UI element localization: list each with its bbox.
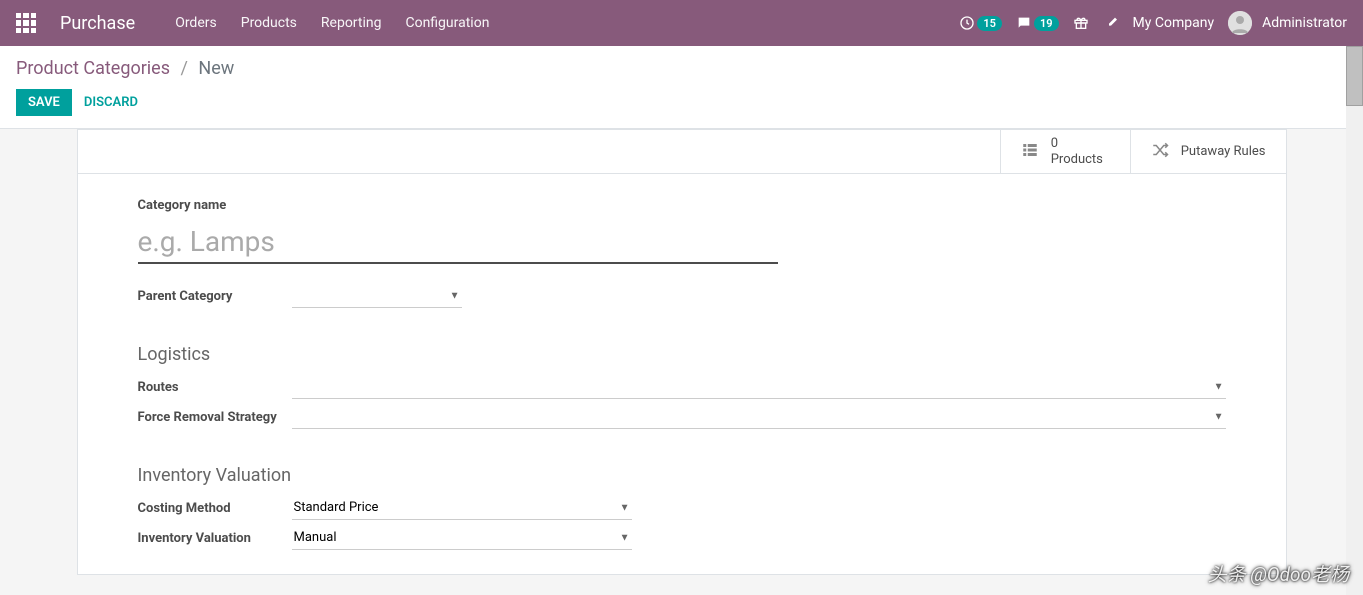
- scrollbar-thumb[interactable]: [1346, 46, 1363, 106]
- parent-category-select[interactable]: ▼: [292, 284, 462, 308]
- inventory-valuation-row: Inventory Valuation ▼: [138, 526, 1226, 550]
- top-navbar: Purchase Orders Products Reporting Confi…: [0, 0, 1363, 46]
- nav-orders[interactable]: Orders: [175, 15, 217, 31]
- nav-configuration[interactable]: Configuration: [405, 15, 489, 31]
- routes-select[interactable]: ▼: [292, 375, 1226, 399]
- inventory-valuation-select[interactable]: ▼: [292, 526, 632, 550]
- control-panel: Product Categories / New SAVE DISCARD: [0, 46, 1363, 129]
- form-sheet: 0 Products Putaway Rules Category name P…: [77, 129, 1287, 575]
- scrollbar-track[interactable]: [1346, 46, 1363, 595]
- breadcrumb-separator: /: [181, 58, 188, 79]
- chat-icon: [1016, 15, 1032, 31]
- force-removal-label: Force Removal Strategy: [138, 410, 292, 425]
- breadcrumb: Product Categories / New: [16, 58, 1347, 79]
- stat-button-box: 0 Products Putaway Rules: [78, 130, 1286, 174]
- wrench-icon[interactable]: [1103, 15, 1119, 31]
- parent-category-row: Parent Category ▼: [138, 284, 1226, 308]
- force-removal-row: Force Removal Strategy ▼: [138, 405, 1226, 429]
- putaway-stat-button[interactable]: Putaway Rules: [1130, 130, 1286, 173]
- activity-button[interactable]: 15: [959, 15, 1002, 31]
- form-container: 0 Products Putaway Rules Category name P…: [0, 129, 1363, 590]
- nav-products[interactable]: Products: [241, 15, 297, 31]
- inventory-valuation-input[interactable]: [292, 526, 632, 549]
- products-stat-button[interactable]: 0 Products: [1000, 130, 1130, 173]
- activity-badge: 15: [977, 16, 1002, 31]
- clock-icon: [959, 15, 975, 31]
- user-menu[interactable]: Administrator: [1228, 11, 1347, 35]
- list-icon: [1021, 141, 1039, 163]
- user-name: Administrator: [1262, 15, 1347, 31]
- nav-right: 15 19 My Company Administrator: [959, 11, 1347, 35]
- shuffle-icon: [1151, 141, 1169, 163]
- nav-menu: Orders Products Reporting Configuration: [175, 15, 489, 31]
- force-removal-input[interactable]: [292, 405, 1226, 428]
- routes-input[interactable]: [292, 375, 1226, 398]
- force-removal-select[interactable]: ▼: [292, 405, 1226, 429]
- nav-reporting[interactable]: Reporting: [321, 15, 382, 31]
- products-label: Products: [1051, 152, 1103, 168]
- category-name-input[interactable]: [138, 221, 778, 264]
- products-count: 0: [1051, 136, 1103, 152]
- apps-icon[interactable]: [16, 13, 36, 33]
- control-buttons: SAVE DISCARD: [16, 89, 1347, 116]
- routes-row: Routes ▼: [138, 375, 1226, 399]
- company-link[interactable]: My Company: [1133, 15, 1215, 31]
- inventory-valuation-label: Inventory Valuation: [138, 531, 292, 546]
- costing-method-row: Costing Method ▼: [138, 496, 1226, 520]
- messages-badge: 19: [1034, 16, 1059, 31]
- costing-method-select[interactable]: ▼: [292, 496, 632, 520]
- breadcrumb-current: New: [198, 58, 234, 79]
- parent-category-label: Parent Category: [138, 289, 292, 304]
- gift-icon[interactable]: [1073, 15, 1089, 31]
- save-button[interactable]: SAVE: [16, 89, 72, 116]
- costing-method-label: Costing Method: [138, 501, 292, 516]
- parent-category-input[interactable]: [292, 284, 462, 307]
- inventory-valuation-header: Inventory Valuation: [138, 465, 1226, 486]
- avatar-icon: [1228, 11, 1252, 35]
- logistics-header: Logistics: [138, 344, 1226, 365]
- category-name-label: Category name: [138, 198, 1226, 213]
- sheet-body: Category name Parent Category ▼ Logistic…: [78, 174, 1286, 574]
- messages-button[interactable]: 19: [1016, 15, 1059, 31]
- costing-method-input[interactable]: [292, 496, 632, 519]
- app-brand[interactable]: Purchase: [60, 13, 135, 34]
- putaway-label: Putaway Rules: [1181, 144, 1266, 159]
- breadcrumb-parent[interactable]: Product Categories: [16, 58, 170, 79]
- discard-button[interactable]: DISCARD: [84, 95, 138, 110]
- routes-label: Routes: [138, 380, 292, 395]
